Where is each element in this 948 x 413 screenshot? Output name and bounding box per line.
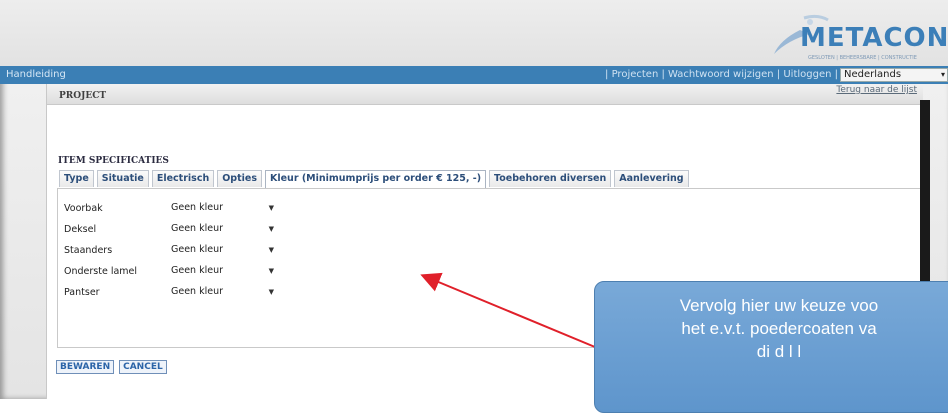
page-title: PROJECT [59,91,107,101]
form-row-voorbak: Voorbak Geen kleur ▼ [64,198,277,218]
browser-frame: METACON GESLOTEN | BEHEERSBARE | CONSTRU… [0,0,948,413]
chevron-down-icon: ▼ [268,267,274,275]
save-button[interactable]: BEWAREN [56,360,115,374]
nav-links[interactable]: | Projecten | Wachtwoord wijzigen | Uitl… [605,69,838,80]
cancel-button[interactable]: CANCEL [119,360,167,374]
language-select[interactable]: Nederlands ▾ [840,68,948,82]
select-voorbak[interactable]: Geen kleur ▼ [168,200,277,216]
back-to-list-link[interactable]: Terug naar de lijst [836,85,917,95]
select-value: Geen kleur [171,286,224,297]
panel-header: PROJECT Terug naar de lijst [47,84,923,105]
tab-kleur[interactable]: Kleur (Minimumprijs per order € 125, -) [265,170,487,189]
select-value: Geen kleur [171,202,224,213]
callout-text: Vervolg hier uw keuze voo het e.v.t. poe… [609,294,948,363]
chevron-down-icon: ▼ [268,246,274,254]
header: METACON GESLOTEN | BEHEERSBARE | CONSTRU… [0,0,948,66]
chevron-down-icon: ▼ [268,225,274,233]
form-row-pantser: Pantser Geen kleur ▼ [64,282,277,302]
field-label: Deksel [64,223,97,235]
field-label: Voorbak [64,202,103,214]
annotation-callout: Vervolg hier uw keuze voo het e.v.t. poe… [594,281,948,413]
logo-subtext: GESLOTEN | BEHEERSBARE | CONSTRUCTIE [808,55,917,61]
callout-line-1: Vervolg hier uw keuze voo [679,296,879,315]
tab-type[interactable]: Type [59,170,94,187]
tab-toebehoren-diversen[interactable]: Toebehoren diversen [489,170,612,187]
nav-link-handleiding[interactable]: Handleiding [6,69,66,80]
form-row-staanders: Staanders Geen kleur ▼ [64,240,277,260]
select-deksel[interactable]: Geen kleur ▼ [168,221,277,237]
form-row-deksel: Deksel Geen kleur ▼ [64,219,277,239]
callout-line-2: het e.v.t. poedercoaten va [681,319,877,338]
form-row-onderste-lamel: Onderste lamel Geen kleur ▼ [64,261,277,281]
logo-text: METACON [800,23,948,53]
tab-situatie[interactable]: Situatie [96,170,149,187]
select-pantser[interactable]: Geen kleur ▼ [168,284,277,300]
chevron-down-icon: ▼ [268,288,274,296]
tab-electrisch[interactable]: Electrisch [151,170,215,187]
field-label: Pantser [64,286,100,298]
field-label: Onderste lamel [64,265,138,277]
field-label: Staanders [64,244,113,256]
callout-line-3: di d l l [756,342,802,361]
section-title: ITEM SPECIFICATIES [58,156,169,166]
select-staanders[interactable]: Geen kleur ▼ [168,242,277,258]
select-value: Geen kleur [171,223,224,234]
nav-right-links[interactable]: | Projecten | Wachtwoord wijzigen | Uitl… [605,69,838,80]
nav-bar: Handleiding | Projecten | Wachtwoord wij… [0,66,948,84]
tab-aanlevering[interactable]: Aanlevering [614,170,689,187]
chevron-down-icon: ▼ [268,204,274,212]
chevron-down-icon: ▾ [940,70,945,79]
form-buttons: BEWAREN CANCEL [56,360,167,374]
metacon-logo[interactable]: METACON GESLOTEN | BEHEERSBARE | CONSTRU… [770,10,948,64]
tab-opties[interactable]: Opties [217,170,262,187]
select-value: Geen kleur [171,244,224,255]
tab-bar: Type Situatie Electrisch Opties Kleur (M… [59,170,689,189]
language-value: Nederlands [844,69,902,80]
select-value: Geen kleur [171,265,224,276]
select-onderste-lamel[interactable]: Geen kleur ▼ [168,263,277,279]
